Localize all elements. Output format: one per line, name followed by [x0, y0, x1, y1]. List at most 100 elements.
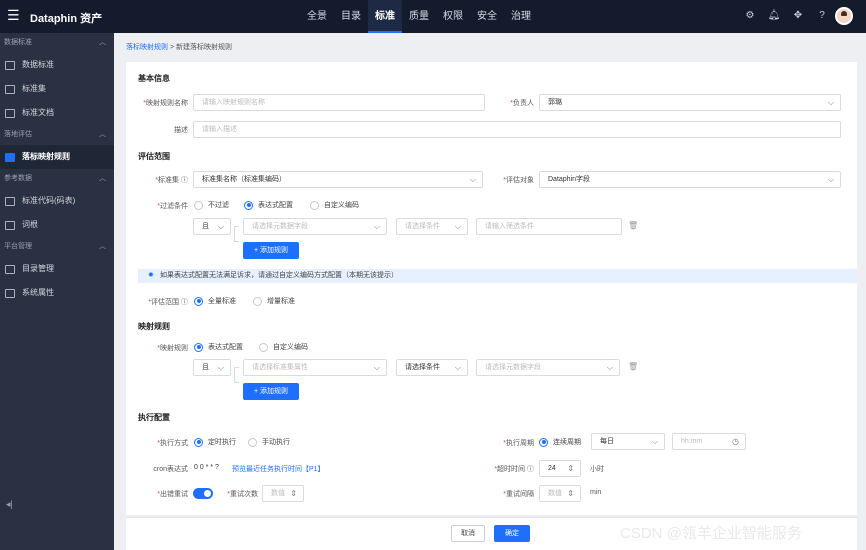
stepper-icon: ⇕	[567, 464, 574, 473]
breadcrumb-parent[interactable]: 落标映射规则	[126, 44, 168, 51]
filter-operator-select[interactable]: 请选择条件 ⌵	[396, 218, 468, 235]
add-mapping-rule-button[interactable]: + 添加规则	[243, 383, 299, 400]
nav-security[interactable]: 安全	[470, 0, 504, 33]
sidebar-item-catalog-manage[interactable]: 目录管理	[0, 257, 114, 281]
radio-checked-icon	[194, 296, 203, 306]
chevron-down-icon: ⌵	[651, 437, 658, 446]
sidebar-item-mapping-rules[interactable]: 落标映射规则	[0, 145, 114, 169]
cron-label: cron表达式	[153, 466, 188, 473]
description-input[interactable]: 请输入描述	[193, 121, 841, 138]
section-title: 平台管理	[4, 243, 32, 250]
timeout-stepper[interactable]: 24 ⇕	[539, 460, 581, 477]
sidebar-item-standard-set[interactable]: 标准集	[0, 77, 114, 101]
range-radio-incremental[interactable]: 增量标准	[253, 296, 295, 306]
operator-placeholder: 请选择条件	[405, 223, 440, 230]
exec-radio-scheduled[interactable]: 定时执行	[194, 437, 236, 447]
breadcrumb: 落标映射规则 > 新建落标映射规则	[126, 42, 232, 52]
document-icon	[5, 109, 15, 118]
exec-radio-manual[interactable]: 手动执行	[248, 437, 290, 447]
owner-select[interactable]: 郭璐 ⌵	[539, 94, 841, 111]
puzzle-icon[interactable]: ✥	[786, 9, 810, 23]
confirm-button[interactable]: 确定	[494, 525, 530, 542]
time-picker-input[interactable]: hh:mm ◷	[672, 433, 746, 450]
owner-label: *负责人	[510, 100, 534, 107]
sidebar-section-platform[interactable]: 平台管理 ︿	[0, 237, 114, 257]
section-title: 参考数据	[4, 175, 32, 182]
rule-name-input[interactable]: 请输入映射规则名称	[193, 94, 485, 111]
mapping-operator-select[interactable]: 请选择条件 ⌵	[396, 359, 468, 376]
sidebar-item-data-standard[interactable]: 数据标准	[0, 53, 114, 77]
retry-toggle[interactable]	[193, 488, 213, 499]
section-title-execution: 执行配置	[138, 413, 170, 422]
range-radio-full[interactable]: 全量标准	[194, 296, 236, 306]
mapping-field-select[interactable]: 请选择元数据字段 ⌵	[476, 359, 620, 376]
cron-value: 0 0 * * ?	[194, 464, 219, 471]
sidebar-item-label: 词根	[22, 220, 38, 229]
radio-label: 增量标准	[267, 298, 295, 305]
mapping-icon	[5, 153, 15, 162]
menu-icon[interactable]: ☰	[7, 8, 20, 22]
cycle-frequency-select[interactable]: 每日 ⌵	[591, 433, 665, 450]
form-card: 基本信息 *映射规则名称 请输入映射规则名称 *负责人 郭璐 ⌵ 描述 请输入描述…	[126, 62, 857, 515]
filter-and-select[interactable]: 且 ⌵	[193, 218, 231, 235]
radio-label: 不过滤	[208, 202, 229, 209]
mapping-and-select[interactable]: 且 ⌵	[193, 359, 231, 376]
filter-field-select[interactable]: 请选择元数据字段 ⌵	[243, 218, 387, 235]
nav-standard[interactable]: 标准	[368, 0, 402, 33]
retry-count-label: *重试次数	[227, 491, 258, 498]
cycle-radio-continuous[interactable]: 连续周期	[539, 437, 581, 447]
nav-catalog[interactable]: 目录	[334, 0, 368, 33]
retry-interval-stepper[interactable]: 数值 ⇕	[539, 485, 581, 502]
chevron-up-icon: ︿	[99, 39, 106, 46]
evaluation-target-select[interactable]: Dataphin字段 ⌵	[539, 171, 841, 188]
radio-label: 自定义编码	[324, 202, 359, 209]
trash-icon[interactable]: 🗑︎	[628, 362, 638, 371]
bell-icon[interactable]: 🔔︎	[762, 9, 786, 23]
chevron-down-icon: ⌵	[454, 222, 461, 231]
filter-radio-none[interactable]: 不过滤	[194, 200, 229, 210]
add-filter-rule-button[interactable]: + 添加规则	[243, 242, 299, 259]
user-avatar[interactable]	[835, 7, 853, 25]
nav-permission[interactable]: 权限	[436, 0, 470, 33]
mapping-radio-custom[interactable]: 自定义编码	[259, 342, 308, 352]
nav-overview[interactable]: 全景	[300, 0, 334, 33]
trash-icon[interactable]: 🗑︎	[628, 221, 638, 230]
chevron-down-icon: ⌵	[217, 222, 224, 231]
retry-count-stepper[interactable]: 数值 ⇕	[262, 485, 304, 502]
section-title-basic: 基本信息	[138, 74, 170, 83]
stepper-icon: ⇕	[567, 489, 574, 498]
sidebar-item-root-word[interactable]: 词根	[0, 213, 114, 237]
interval-unit: min	[590, 489, 602, 496]
nav-governance[interactable]: 治理	[504, 0, 538, 33]
sidebar-section-reference[interactable]: 参考数据 ︿	[0, 169, 114, 189]
mapping-radio-expression[interactable]: 表达式配置	[194, 342, 243, 352]
chevron-down-icon: ⌵	[827, 175, 834, 184]
filter-label: *过滤条件	[157, 203, 188, 210]
and-value: 且	[202, 223, 209, 230]
settings-icon[interactable]: ⚙	[738, 9, 762, 23]
sidebar-item-code-table[interactable]: 标准代码(码表)	[0, 189, 114, 213]
info-tip: ✹ 如果表达式配置无法满足诉求，请通过自定义编码方式配置（本期无该提示）	[138, 269, 857, 283]
sidebar-section-evaluation[interactable]: 落地评估 ︿	[0, 125, 114, 145]
cron-preview-link[interactable]: 预览最近任务执行时间【P1】	[232, 464, 325, 474]
range-label: *评估范围 ⓘ	[148, 299, 188, 306]
cancel-button[interactable]: 取消	[451, 525, 485, 542]
filter-radio-expression[interactable]: 表达式配置	[244, 200, 293, 210]
sidebar-item-system-attr[interactable]: 系统属性	[0, 281, 114, 305]
target-value: Dataphin字段	[548, 176, 591, 183]
collapse-sidebar-icon[interactable]: ◂|	[6, 499, 13, 510]
filter-radio-custom[interactable]: 自定义编码	[310, 200, 359, 210]
and-value: 且	[202, 364, 209, 371]
time-placeholder: hh:mm	[681, 438, 703, 445]
sidebar-item-standard-doc[interactable]: 标准文档	[0, 101, 114, 125]
list-icon	[5, 61, 15, 70]
filter-value-input[interactable]: 请输入筛选条件	[476, 218, 622, 235]
owner-value: 郭璐	[548, 99, 562, 106]
sidebar-section-data-standard[interactable]: 数据标准 ︿	[0, 33, 114, 53]
mapping-attr-select[interactable]: 请选择标准集属性 ⌵	[243, 359, 387, 376]
nav-quality[interactable]: 质量	[402, 0, 436, 33]
standard-set-select[interactable]: 标准集名称（标准集编码） ⌵	[193, 171, 483, 188]
retry-count-placeholder: 数值	[271, 490, 285, 497]
help-icon[interactable]: ?	[810, 9, 834, 23]
operator-value: 请选择条件	[405, 364, 440, 371]
